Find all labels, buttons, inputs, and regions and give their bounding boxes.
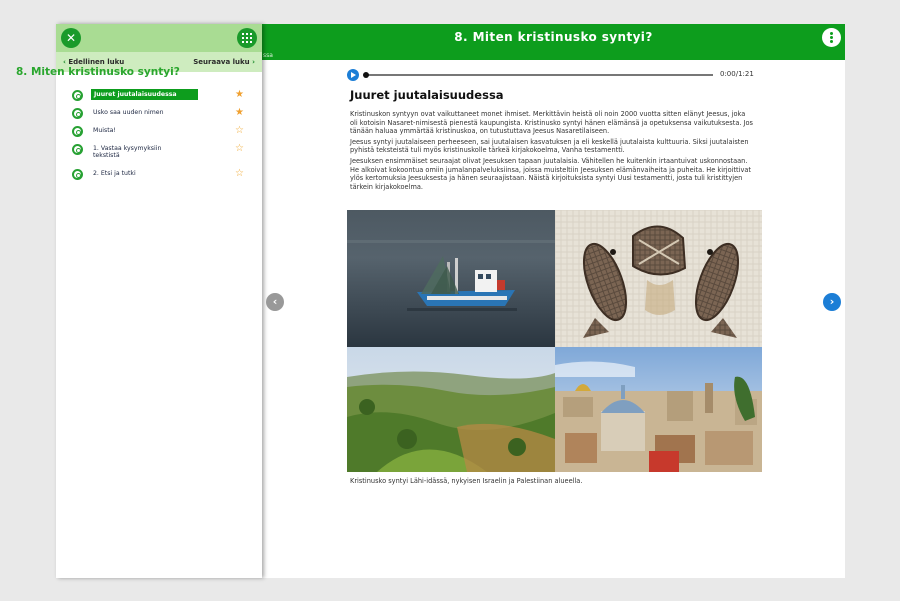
star-outline-icon: ☆ — [235, 125, 244, 136]
toc-item-label: 1. Vastaa kysymyksiin tekstistä — [93, 145, 162, 159]
toc-item-usko[interactable]: Usko saa uuden nimen ★ — [56, 106, 262, 124]
next-chapter-link[interactable]: Seuraava luku › — [193, 58, 255, 66]
sub-header-label: ssa — [263, 52, 273, 59]
target-icon — [72, 126, 83, 137]
close-button[interactable]: ✕ — [61, 28, 81, 48]
more-options-button[interactable] — [822, 28, 841, 47]
article-body: Kristinuskon syntyyn ovat vaikuttaneet m… — [350, 110, 754, 193]
close-icon: ✕ — [65, 31, 77, 45]
target-icon — [72, 108, 83, 119]
grid-icon — [242, 33, 252, 43]
star-filled-icon: ★ — [235, 89, 244, 100]
content-area: 0:00/1:21 Juuret juutalaisuudessa Kristi… — [262, 60, 845, 578]
photo-jerusalem-city — [555, 347, 762, 472]
chevron-right-icon: › — [252, 58, 255, 66]
target-icon — [72, 169, 83, 180]
toc-item-muista[interactable]: Muista! ☆ — [56, 124, 262, 142]
previous-page-button[interactable]: ‹ — [266, 293, 284, 311]
more-vertical-icon — [830, 32, 833, 43]
photo-green-valley — [347, 347, 555, 472]
gallery-caption: Kristinusko syntyi Lähi-idässä, nykyisen… — [350, 477, 583, 485]
menu-grid-button[interactable] — [237, 28, 257, 48]
toc-item-label: Juuret juutalaisuudessa — [91, 89, 198, 100]
article-paragraph: Jeesus syntyi juutalaiseen perheeseen, s… — [350, 137, 749, 155]
photo-gallery — [347, 210, 762, 472]
star-outline-icon: ☆ — [235, 143, 244, 154]
next-page-button[interactable]: › — [823, 293, 841, 311]
toc-item-label: Usko saa uuden nimen — [93, 109, 164, 116]
toc-item-vastaa[interactable]: 1. Vastaa kysymyksiin tekstistä ☆ — [56, 142, 262, 167]
photo-fishing-boat — [347, 210, 555, 347]
chevron-left-icon: ‹ — [272, 295, 278, 308]
next-chapter-label: Seuraava luku — [193, 58, 250, 66]
star-outline-icon: ☆ — [235, 168, 244, 179]
toc-item-label: 2. Etsi ja tutki — [93, 170, 136, 177]
sidebar-chapter-title: 8. Miten kristinusko syntyi? — [16, 66, 180, 78]
audio-progress-handle[interactable] — [363, 72, 369, 78]
toc-item-juuret[interactable]: Juuret juutalaisuudessa ★ — [56, 88, 262, 106]
target-icon — [72, 144, 83, 155]
article-paragraph: Jeesuksen ensimmäiset seuraajat olivat J… — [350, 156, 752, 191]
audio-play-button[interactable] — [347, 69, 359, 81]
page-title: 8. Miten kristinusko syntyi? — [454, 30, 653, 44]
table-of-contents: Juuret juutalaisuudessa ★ Usko saa uuden… — [56, 88, 262, 185]
page-header: 8. Miten kristinusko syntyi? — [262, 24, 845, 52]
prev-chapter-label: Edellinen luku — [68, 58, 125, 66]
chevron-right-icon: › — [829, 295, 835, 308]
chevron-left-icon: ‹ — [63, 58, 66, 66]
star-filled-icon: ★ — [235, 107, 244, 118]
sidebar-topbar: ✕ — [56, 24, 262, 52]
article-paragraph: Kristinuskon syntyyn ovat vaikuttaneet m… — [350, 110, 753, 136]
audio-time: 0:00/1:21 — [720, 70, 754, 78]
sub-header-bar: ssa — [262, 52, 845, 60]
prev-chapter-link[interactable]: ‹ Edellinen luku — [63, 58, 124, 66]
audio-progress-track[interactable] — [365, 74, 713, 76]
article-title: Juuret juutalaisuudessa — [350, 88, 504, 102]
toc-item-etsi[interactable]: 2. Etsi ja tutki ☆ — [56, 167, 262, 185]
toc-item-label: Muista! — [93, 127, 116, 134]
photo-fish-mosaic — [555, 210, 762, 347]
target-icon — [72, 90, 83, 101]
